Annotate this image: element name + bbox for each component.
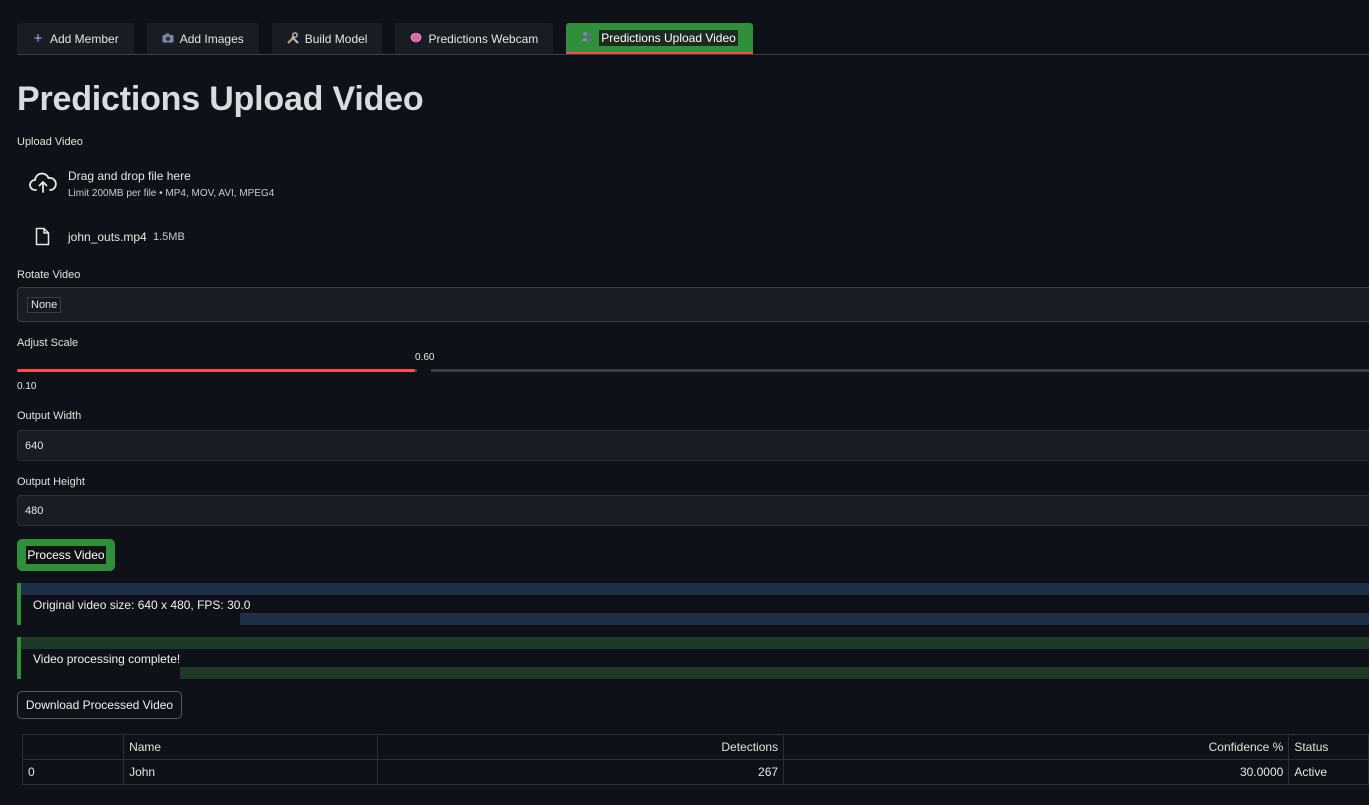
uploaded-file: john_outs.mp4 1.5MB	[17, 222, 417, 252]
process-video-label: Process Video	[26, 546, 106, 564]
tab-label: Predictions Upload Video	[599, 29, 738, 46]
upload-label: Upload Video	[17, 136, 83, 148]
download-processed-video-button[interactable]: Download Processed Video	[17, 691, 182, 719]
file-dropzone[interactable]: Drag and drop file here Limit 200MB per …	[17, 160, 517, 208]
tab-label: Add Member	[50, 31, 119, 46]
success-alert-text: Video processing complete!	[33, 652, 181, 666]
alert-band	[240, 613, 1369, 625]
app-page: + Add Member Add Images Build Model Pred…	[0, 0, 1369, 805]
tab-predictions-webcam[interactable]: Predictions Webcam	[395, 23, 554, 54]
slider-min-label: 0.10	[17, 381, 37, 392]
slider-thumb[interactable]	[417, 363, 432, 377]
table-cell: Active	[1288, 759, 1369, 785]
tab-label: Build Model	[304, 31, 368, 46]
column-header-detections[interactable]: Detections	[376, 734, 785, 760]
page-title: Predictions Upload Video	[17, 80, 424, 118]
people-icon	[581, 31, 593, 44]
info-alert-text: Original video size: 640 x 480, FPS: 30.…	[33, 598, 251, 612]
rotate-label: Rotate Video	[17, 269, 81, 281]
tab-label: Predictions Webcam	[428, 31, 539, 46]
tools-icon	[287, 31, 299, 46]
column-header-confidence[interactable]: Confidence %	[783, 734, 1290, 760]
tab-predictions-upload-video[interactable]: Predictions Upload Video	[566, 23, 753, 54]
table-cell: John	[123, 759, 378, 785]
rotate-select-value: None	[27, 297, 62, 313]
plus-icon: +	[33, 29, 43, 47]
output-width-input[interactable]: 640	[17, 430, 1369, 461]
file-icon	[35, 227, 50, 251]
dropzone-limit-text: Limit 200MB per file • MP4, MOV, AVI, MP…	[68, 188, 275, 199]
tab-build-model[interactable]: Build Model	[271, 23, 383, 54]
table-cell: 267	[376, 759, 785, 785]
tab-label: Add Images	[179, 31, 244, 46]
cloud-upload-icon	[29, 172, 57, 199]
table-cell: 30.0000	[783, 759, 1290, 785]
rotate-select[interactable]: None	[17, 287, 1369, 322]
alert-band	[21, 583, 1369, 595]
table-cell: 0	[21, 759, 125, 785]
output-width-value: 640	[25, 440, 44, 452]
camera-icon	[162, 33, 174, 45]
dropzone-instructions: Drag and drop file here	[68, 169, 191, 183]
tab-add-member[interactable]: + Add Member	[17, 23, 134, 54]
results-table: Name Detections Confidence % Status 0 Jo…	[21, 734, 1369, 785]
brain-icon	[410, 32, 422, 45]
slider-fill	[17, 369, 416, 372]
scale-label: Adjust Scale	[17, 337, 79, 349]
info-alert: Original video size: 640 x 480, FPS: 30.…	[17, 583, 1369, 625]
alert-band	[21, 637, 1369, 649]
success-alert: Video processing complete!	[17, 637, 1369, 679]
tab-add-images[interactable]: Add Images	[146, 23, 259, 54]
table-row: 0 John 267 30.0000 Active	[21, 759, 1369, 785]
output-height-label: Output Height	[17, 476, 85, 488]
file-name: john_outs.mp4	[68, 230, 147, 244]
output-height-input[interactable]: 480	[17, 495, 1369, 526]
slider-value: 0.60	[415, 352, 435, 363]
tab-bar: + Add Member Add Images Build Model Pred…	[17, 23, 1369, 55]
output-width-label: Output Width	[17, 410, 82, 422]
process-video-button[interactable]: Process Video	[17, 539, 115, 571]
column-header-status[interactable]: Status	[1288, 734, 1369, 760]
alert-band	[180, 667, 1369, 679]
scale-slider[interactable]	[17, 363, 1369, 377]
file-size: 1.5MB	[153, 231, 185, 243]
output-height-value: 480	[25, 505, 44, 517]
table-header-row: Name Detections Confidence % Status	[21, 734, 1369, 760]
column-header-name[interactable]: Name	[123, 734, 378, 760]
column-header-index[interactable]	[21, 734, 125, 760]
